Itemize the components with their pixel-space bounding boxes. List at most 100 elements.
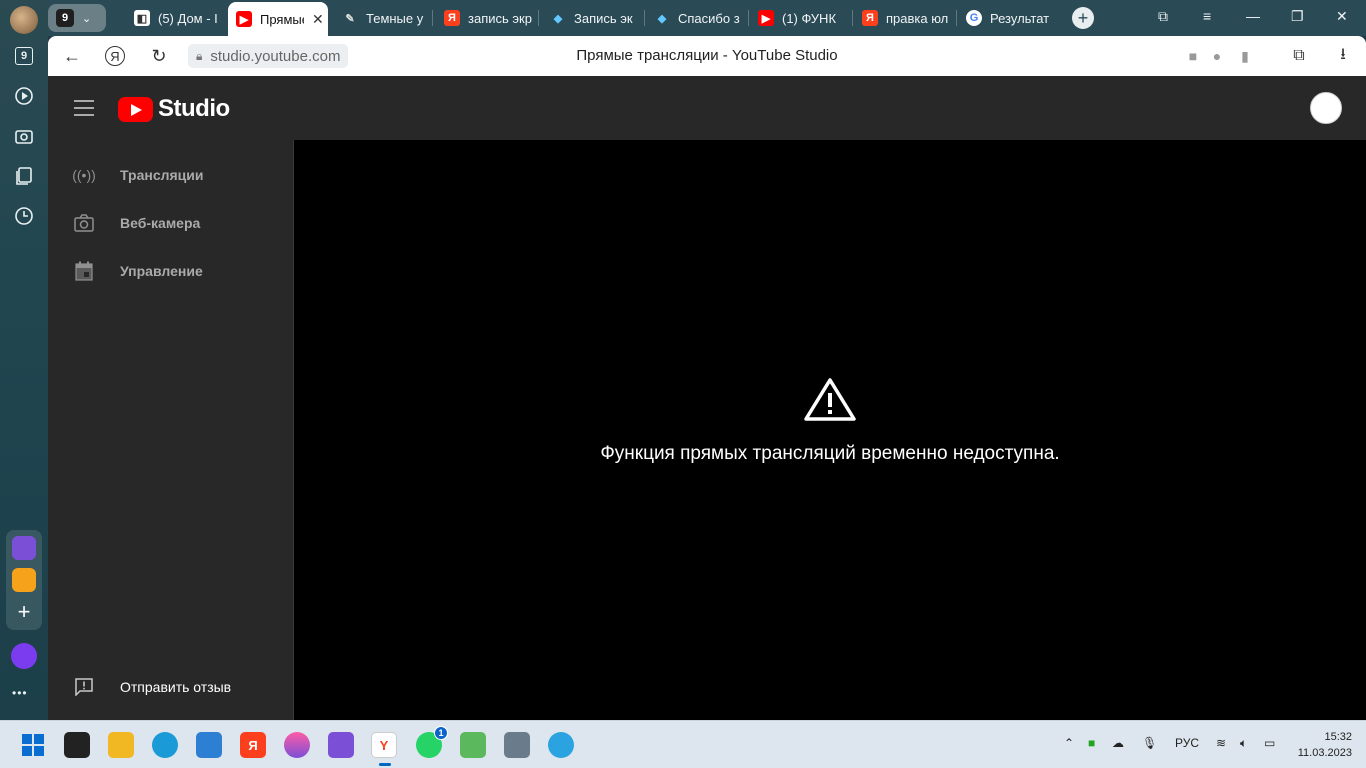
battery-icon[interactable]: ▭ [1264, 736, 1275, 750]
tab-count: 9 [56, 9, 74, 27]
collections-icon[interactable] [8, 160, 40, 192]
tab-label: Темные у [366, 10, 424, 26]
tab-count-button[interactable]: 9 ⌄ [48, 4, 106, 32]
tab-item[interactable]: Я правка юл [854, 4, 952, 32]
profile-avatar[interactable] [10, 6, 38, 34]
more-icon[interactable]: ••• [12, 686, 28, 700]
close-icon[interactable]: ✕ [312, 11, 324, 28]
tab-item[interactable]: ◆ Спасибо з [646, 4, 744, 32]
tabs-count-button[interactable]: 9 [8, 40, 40, 72]
tab-item[interactable]: G Результат [958, 4, 1056, 32]
tab-label: (1) ФУНК [782, 10, 837, 26]
notification-badge: 1 [434, 726, 448, 740]
tab-label: Прямые [260, 11, 304, 27]
account-avatar[interactable] [1310, 92, 1342, 124]
telegram-icon[interactable] [548, 732, 574, 758]
yandex-button-icon[interactable]: Я [105, 46, 125, 66]
nav-item-manage[interactable]: Управление [48, 247, 293, 295]
file-explorer-icon[interactable] [108, 732, 134, 758]
edge-icon[interactable] [152, 732, 178, 758]
nav-item-broadcasts[interactable]: ((•)) Трансляции [48, 151, 293, 199]
feedback-label: Отправить отзыв [120, 679, 232, 695]
screenshot-icon[interactable] [8, 120, 40, 152]
time: 15:32 [1324, 731, 1352, 743]
microphone-tray-icon[interactable]: 🎙︎ [1142, 736, 1157, 750]
clock[interactable]: 15:32 11.03.2023 [1298, 729, 1352, 761]
reload-icon[interactable]: ↻ [148, 45, 170, 67]
youtube-icon: ▶ [236, 11, 252, 27]
history-icon[interactable] [8, 200, 40, 232]
tray-app-icon[interactable]: ■ [1088, 736, 1095, 750]
language-indicator[interactable]: РУС [1175, 736, 1199, 750]
onedrive-icon[interactable]: ☁ [1112, 736, 1124, 750]
date: 11.03.2023 [1297, 747, 1352, 759]
tray-chevron-icon[interactable]: ⌃ [1064, 736, 1074, 750]
tab-item-active[interactable]: ▶ Прямые ✕ [228, 2, 328, 36]
new-tab-button[interactable]: + [1072, 7, 1094, 29]
restore-button[interactable]: ❐ [1291, 8, 1304, 25]
yandex-icon: Я [862, 10, 878, 26]
sidebar-apps-panel: + [6, 530, 42, 630]
task-view-icon[interactable] [64, 732, 90, 758]
alice-icon[interactable] [11, 643, 37, 669]
browser-sidebar: 9 + ••• [0, 0, 48, 720]
app-icon: ◆ [657, 12, 667, 25]
bookmarks-icon[interactable]: ⧉ [1158, 8, 1168, 25]
games-app-icon[interactable] [328, 732, 354, 758]
tab-item[interactable]: ◆ Запись эк [542, 4, 640, 32]
play-icon[interactable] [8, 80, 40, 112]
tab-item[interactable]: ◧ (5) Дом - I [126, 4, 226, 32]
back-arrow-icon[interactable]: ← [61, 45, 83, 67]
youtube-logo-icon [118, 96, 153, 122]
store-icon[interactable] [196, 732, 222, 758]
app-icon: ◆ [553, 12, 563, 25]
wifi-icon[interactable]: ≋ [1216, 736, 1226, 750]
tab-label: Запись эк [574, 10, 633, 26]
volume-icon[interactable]: 🔈︎ [1240, 736, 1247, 751]
nav-item-webcam[interactable]: Веб-камера [48, 199, 293, 247]
feedback-button[interactable]: Отправить отзыв [48, 663, 293, 711]
drop-app-icon[interactable] [284, 732, 310, 758]
windows-start-icon[interactable] [20, 732, 46, 758]
games-icon[interactable] [12, 536, 36, 560]
tab-label: правка юл [886, 10, 949, 26]
tab-item[interactable]: ✎ Темные у [334, 4, 432, 32]
studio-sidebar: ((•)) Трансляции Веб-камера Управление О… [48, 140, 294, 720]
nav-label: Веб-камера [120, 215, 201, 231]
yandex-app-icon[interactable]: Y [371, 732, 397, 766]
studio-logo[interactable]: Studio [118, 95, 230, 123]
warning-icon [802, 376, 858, 427]
main-content: Функция прямых трансляций временно недос… [294, 140, 1366, 720]
feedback-icon [48, 678, 120, 696]
calendar-icon [48, 261, 120, 281]
download-icon[interactable]: ⭳ [1332, 45, 1354, 67]
tab-label: (5) Дом - I [158, 10, 218, 26]
whatsapp-icon[interactable]: 1 [416, 726, 448, 758]
close-window-button[interactable]: ✕ [1336, 8, 1348, 25]
add-app-icon[interactable]: + [12, 600, 36, 624]
nav-label: Управление [120, 263, 203, 279]
error-message: Функция прямых трансляций временно недос… [600, 443, 1060, 464]
menu-icon[interactable]: ≡ [1203, 8, 1211, 24]
mail-icon[interactable] [12, 568, 36, 592]
yandex-browser-icon[interactable]: Я [240, 732, 266, 758]
bookmark-icon[interactable]: ▮ [1234, 45, 1256, 67]
hamburger-menu-icon[interactable] [74, 100, 94, 121]
paint-icon[interactable] [460, 732, 486, 758]
chevron-down-icon: ⌄ [82, 12, 92, 25]
tab-item[interactable]: Я запись экр [436, 4, 534, 32]
taskbar: Я Y 1 ⌃ ■ ☁ 🎙︎ РУС ≋ 🔈︎ ▭ 15:32 11.03.20… [0, 720, 1366, 768]
nav-label: Трансляции [120, 167, 204, 183]
tab-label: запись экр [468, 10, 532, 26]
reading-list-icon[interactable]: ⧉ [1288, 45, 1310, 67]
camera-permission-icon[interactable]: ■ [1182, 45, 1204, 67]
url-field[interactable]: 🔒︎ studio.youtube.com [188, 44, 349, 68]
page-icon: ✎ [345, 12, 355, 25]
camera-app-icon[interactable] [504, 732, 530, 758]
studio-header: Studio [48, 76, 1366, 140]
microphone-icon[interactable]: ● [1206, 45, 1228, 67]
minimize-button[interactable]: — [1246, 8, 1260, 24]
tabs-count-badge: 9 [15, 47, 33, 65]
tab-item[interactable]: ▶ (1) ФУНК [750, 4, 848, 32]
yandex-icon: Я [444, 10, 460, 26]
